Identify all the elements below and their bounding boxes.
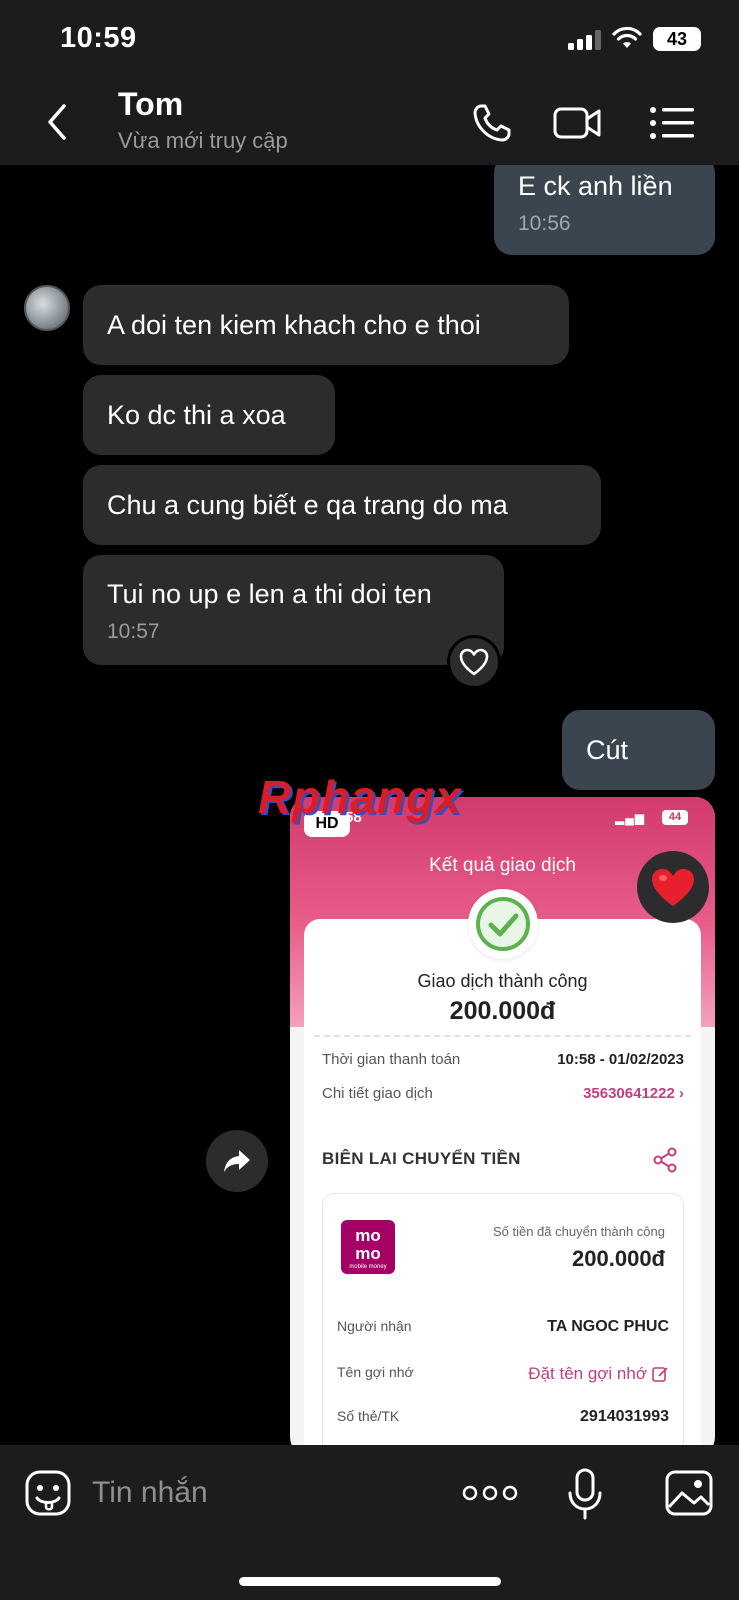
heart-reaction-badge[interactable] bbox=[637, 851, 709, 923]
microphone-icon[interactable] bbox=[566, 1467, 604, 1521]
message-text: Cút bbox=[586, 735, 629, 765]
row-value: 10:58 - 01/02/2023 bbox=[557, 1051, 684, 1068]
transfer-receipt: mo mo mobile money Số tiền đã chuyển thà… bbox=[322, 1193, 684, 1445]
image-gallery-icon[interactable] bbox=[664, 1469, 714, 1517]
message-bubble-incoming[interactable]: Tui no up e len a thi doi ten 10:57 bbox=[83, 555, 504, 665]
success-check-icon bbox=[468, 889, 538, 959]
heart-reaction-button[interactable] bbox=[447, 635, 501, 689]
account-row: Số thẻ/TK 2914031993 bbox=[337, 1408, 669, 1425]
payment-time-row: Thời gian thanh toán 10:58 - 01/02/2023 bbox=[322, 1051, 684, 1068]
edit-icon bbox=[652, 1367, 668, 1382]
more-dots-icon[interactable] bbox=[462, 1481, 518, 1505]
message-bubble-incoming[interactable]: Ko dc thi a xoa bbox=[83, 375, 335, 455]
row-label: Tên gợi nhớ bbox=[337, 1364, 414, 1380]
red-heart-icon bbox=[652, 869, 694, 906]
row-label: Người nhận bbox=[337, 1318, 412, 1334]
message-input-bar bbox=[0, 1445, 739, 1600]
chat-header: Tom Vừa mới truy cập bbox=[0, 80, 739, 165]
recipient-row: Người nhận TA NGOC PHUC bbox=[337, 1318, 669, 1335]
contact-avatar[interactable] bbox=[24, 285, 70, 331]
phone-icon[interactable] bbox=[468, 100, 518, 146]
receipt-card: Giao dịch thành công 200.000đ Thời gian … bbox=[304, 889, 701, 1445]
wifi-icon bbox=[612, 26, 642, 48]
message-time: 10:57 bbox=[107, 620, 160, 643]
image-battery: 44 bbox=[662, 810, 688, 825]
momo-logo: mo mo mobile money bbox=[341, 1220, 395, 1274]
message-text: Chu a cung biết e qa trang do ma bbox=[107, 490, 508, 520]
row-label: Chi tiết giao dịch bbox=[322, 1085, 433, 1102]
row-value: TA NGOC PHUC bbox=[547, 1318, 669, 1335]
message-bubble-outgoing[interactable]: E ck anh liền 10:56 bbox=[494, 165, 715, 255]
share-nodes-icon bbox=[653, 1147, 677, 1173]
receipt-amount: 200.000đ bbox=[572, 1246, 665, 1271]
list-menu-icon[interactable] bbox=[648, 100, 698, 146]
transaction-detail-row: Chi tiết giao dịch 35630641222 › bbox=[322, 1085, 684, 1102]
receipt-section-title: BIÊN LAI CHUYỂN TIỀN bbox=[322, 1149, 521, 1168]
message-text: A doi ten kiem khach cho e thoi bbox=[107, 310, 481, 340]
sticker-icon[interactable] bbox=[24, 1469, 72, 1517]
heart-icon bbox=[459, 648, 489, 676]
nickname-row: Tên gợi nhớ Đặt tên gợi nhớ bbox=[337, 1364, 669, 1383]
battery-indicator: 43 bbox=[653, 27, 701, 51]
message-text: E ck anh liền bbox=[518, 171, 673, 201]
divider bbox=[314, 1035, 691, 1037]
chat-messages[interactable]: E ck anh liền 10:56 A doi ten kiem khach… bbox=[0, 165, 739, 1445]
row-label: Số thẻ/TK bbox=[337, 1408, 400, 1424]
image-signal-icon: ▂▄▆ bbox=[615, 811, 645, 825]
row-value: 2914031993 bbox=[580, 1408, 669, 1425]
message-time: 10:56 bbox=[518, 212, 571, 235]
contact-name[interactable]: Tom bbox=[118, 86, 183, 123]
row-value: 35630641222 › bbox=[583, 1085, 684, 1102]
home-indicator bbox=[239, 1577, 501, 1586]
amount-label: Số tiền đã chuyển thành công bbox=[492, 1224, 665, 1239]
status-bar: 10:59 43 bbox=[0, 0, 739, 80]
status-time: 10:59 bbox=[60, 22, 137, 54]
cellular-signal-icon bbox=[568, 30, 601, 50]
transaction-amount: 200.000đ bbox=[449, 997, 556, 1025]
message-input[interactable] bbox=[92, 1471, 432, 1515]
share-button[interactable] bbox=[206, 1130, 268, 1192]
watermark-logo: Rphangx bbox=[258, 771, 462, 823]
message-bubble-outgoing[interactable]: Cút bbox=[562, 710, 715, 790]
message-bubble-incoming[interactable]: Chu a cung biết e qa trang do ma bbox=[83, 465, 601, 545]
contact-status: Vừa mới truy cập bbox=[118, 128, 288, 153]
message-bubble-incoming[interactable]: A doi ten kiem khach cho e thoi bbox=[83, 285, 569, 365]
row-value: Đặt tên gợi nhớ bbox=[528, 1364, 647, 1383]
back-chevron-icon[interactable] bbox=[40, 100, 76, 144]
success-text: Giao dịch thành công bbox=[417, 971, 588, 991]
message-text: Ko dc thi a xoa bbox=[107, 400, 286, 430]
message-text: Tui no up e len a thi doi ten bbox=[107, 579, 432, 609]
row-label: Thời gian thanh toán bbox=[322, 1051, 461, 1068]
share-arrow-icon bbox=[224, 1150, 250, 1172]
video-camera-icon[interactable] bbox=[552, 100, 602, 146]
